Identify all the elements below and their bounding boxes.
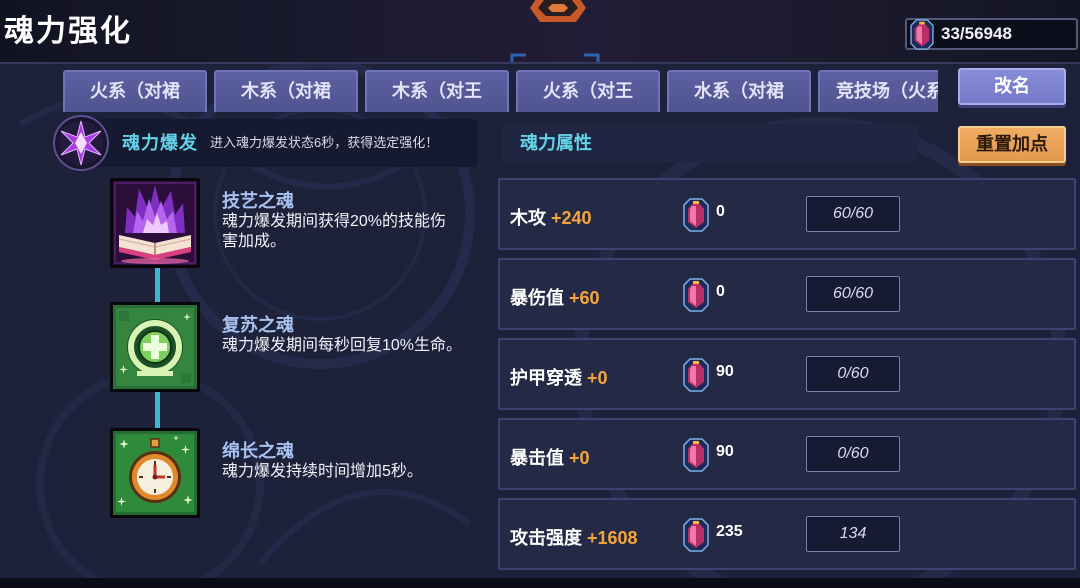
- soul-option-revive-text: 复苏之魂 魂力爆发期间每秒回复10%生命。: [222, 314, 462, 356]
- top-bar-bracket-ornament: [510, 53, 600, 62]
- attribute-cost: 90: [716, 363, 734, 380]
- attribute-cost: 235: [716, 523, 743, 540]
- soul-name: 技艺之魂: [222, 191, 294, 211]
- attribute-points-box[interactable]: 0/60: [806, 436, 900, 472]
- attribute-bonus: +0: [587, 368, 608, 388]
- soul-option-duration[interactable]: [110, 428, 200, 518]
- page-title: 魂力强化: [4, 15, 132, 48]
- top-bar-divider: [0, 62, 1080, 64]
- bottom-edge: [0, 578, 1080, 588]
- attribute-bonus: +60: [569, 288, 600, 308]
- pocket-watch-icon: [113, 431, 197, 515]
- orange-gem-emblem-icon: [530, 0, 586, 22]
- attribute-name: 木攻: [510, 208, 546, 228]
- attribute-points-box[interactable]: 60/60: [806, 196, 900, 232]
- attribute-row[interactable]: 护甲穿透 +0 90 0/60: [498, 338, 1076, 410]
- attribute-cost: 0: [716, 283, 725, 300]
- soul-burst-description: 进入魂力爆发状态6秒，获得选定强化！: [210, 135, 439, 150]
- attribute-name: 暴伤值: [510, 288, 564, 308]
- soul-connector-line: [155, 392, 160, 428]
- tab-preset-4[interactable]: 火系（对王: [516, 70, 660, 112]
- attribute-label: 木攻 +240: [510, 206, 592, 230]
- attribute-row[interactable]: 攻击强度 +1608 235 134: [498, 498, 1076, 570]
- soul-name: 绵长之魂: [222, 441, 294, 461]
- attribute-label: 暴击值 +0: [510, 446, 590, 470]
- attribute-cost: 0: [716, 203, 725, 220]
- attribute-label: 攻击强度 +1608: [510, 526, 638, 550]
- attribute-row[interactable]: 木攻 +240 0 60/60: [498, 178, 1076, 250]
- attribute-points-box[interactable]: 134: [806, 516, 900, 552]
- attribute-bonus: +240: [551, 208, 592, 228]
- attribute-label: 暴伤值 +60: [510, 286, 600, 310]
- soul-option-revive[interactable]: [110, 302, 200, 392]
- soul-option-duration-text: 绵长之魂 魂力爆发持续时间增加5秒。: [222, 440, 462, 482]
- attribute-name: 暴击值: [510, 448, 564, 468]
- attribute-bonus: +0: [569, 448, 590, 468]
- soul-option-skill-text: 技艺之魂 魂力爆发期间获得20%的技能伤害加成。: [222, 190, 462, 252]
- soul-description: 魂力爆发期间每秒回复10%生命。: [222, 337, 463, 354]
- soul-burst-crystal-icon: [53, 115, 109, 171]
- attribute-name: 护甲穿透: [510, 368, 582, 388]
- attribute-points-box[interactable]: 0/60: [806, 356, 900, 392]
- soul-crystal-icon: [909, 19, 935, 50]
- attribute-bonus: +1608: [587, 528, 638, 548]
- soul-crystal-icon: [682, 438, 710, 472]
- soul-crystal-icon: [682, 278, 710, 312]
- soul-attributes-title: 魂力属性: [520, 133, 592, 153]
- top-bar: 魂力强化 33/56948: [0, 0, 1080, 62]
- tab-preset-6[interactable]: 竞技场（火系: [818, 70, 938, 112]
- soul-description: 魂力爆发期间获得20%的技能伤害加成。: [222, 213, 447, 250]
- soul-description: 魂力爆发持续时间增加5秒。: [222, 463, 423, 480]
- soul-currency-value: 33/56948: [941, 24, 1012, 43]
- soul-crystal-icon: [682, 358, 710, 392]
- purple-flame-book-icon: [113, 181, 197, 265]
- tab-preset-3[interactable]: 木系（对王: [365, 70, 509, 112]
- soul-currency-counter: 33/56948: [905, 18, 1078, 50]
- soul-name: 复苏之魂: [222, 315, 294, 335]
- attribute-name: 攻击强度: [510, 528, 582, 548]
- attribute-cost: 90: [716, 443, 734, 460]
- soul-burst-title: 魂力爆发: [122, 133, 198, 153]
- attribute-points-box[interactable]: 60/60: [806, 276, 900, 312]
- tab-preset-5[interactable]: 水系（对裙: [667, 70, 811, 112]
- soul-crystal-icon: [682, 518, 710, 552]
- reset-points-button[interactable]: 重置加点: [958, 126, 1066, 163]
- rename-button[interactable]: 改名: [958, 68, 1066, 105]
- soul-crystal-icon: [682, 198, 710, 232]
- tab-preset-2[interactable]: 木系（对裙: [214, 70, 358, 112]
- tab-preset-1[interactable]: 火系（对裙: [63, 70, 207, 112]
- preset-tab-bar: 火系（对裙 木系（对裙 木系（对王 火系（对王 水系（对裙 竞技场（火系: [63, 70, 938, 112]
- attribute-row[interactable]: 暴击值 +0 90 0/60: [498, 418, 1076, 490]
- soul-connector-line: [155, 268, 160, 302]
- green-revive-plus-icon: [113, 305, 197, 389]
- soul-attributes-header: 魂力属性: [502, 124, 918, 162]
- attribute-label: 护甲穿透 +0: [510, 366, 608, 390]
- soul-option-skill[interactable]: [110, 178, 200, 268]
- attribute-row[interactable]: 暴伤值 +60 0 60/60: [498, 258, 1076, 330]
